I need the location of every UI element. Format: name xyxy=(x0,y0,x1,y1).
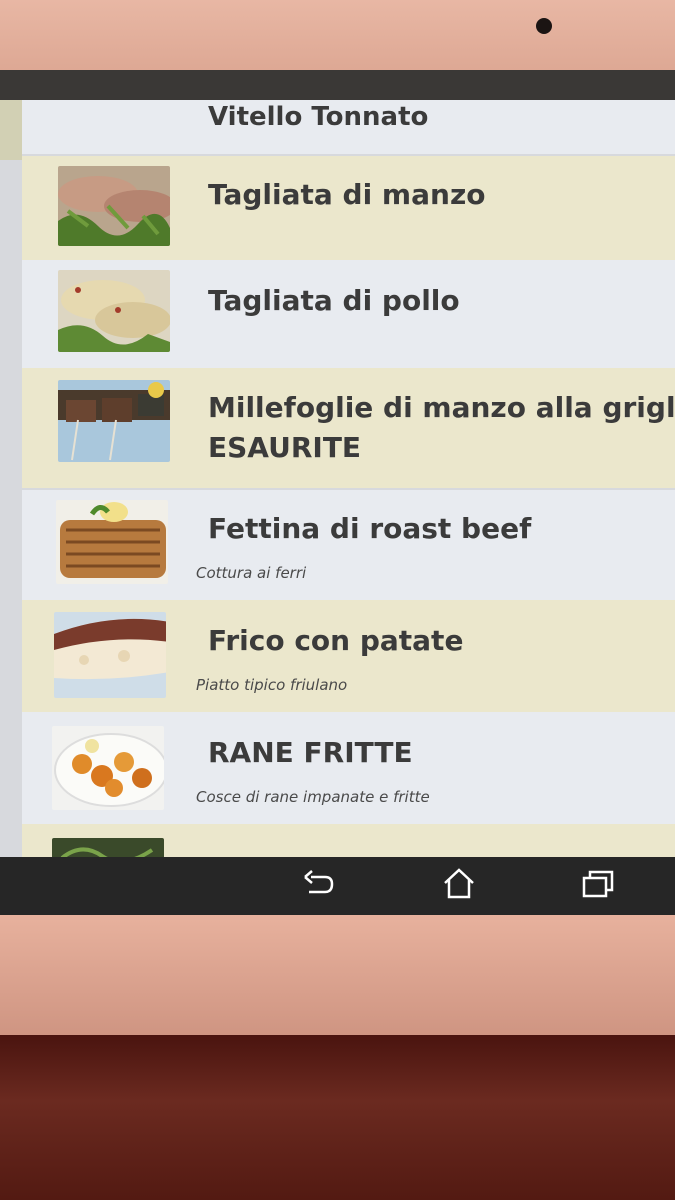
dish-thumbnail xyxy=(58,270,170,352)
list-item[interactable]: Frico con patate Piatto tipico friulano xyxy=(22,600,675,712)
row-edge xyxy=(0,100,22,160)
item-title: Fettina di roast beef xyxy=(208,512,532,545)
list-item[interactable]: Fettina di roast beef Cottura ai ferri xyxy=(22,490,675,600)
device-bezel-frame xyxy=(0,70,675,102)
device-bezel-bottom xyxy=(0,915,675,1035)
list-item[interactable]: Tagliata di pollo xyxy=(22,260,675,368)
app-screen: Vitello Tonnato Tagliata di manzo Taglia… xyxy=(0,100,675,860)
item-status: ESAURITE xyxy=(208,431,362,464)
list-item[interactable]: RANE FRITTE Cosce di rane impanate e fri… xyxy=(22,712,675,824)
device-bezel-top xyxy=(0,0,675,80)
item-title: Tagliata di manzo xyxy=(208,178,486,211)
item-subtitle: Cosce di rane impanate e fritte xyxy=(196,788,430,806)
item-title: Millefoglie di manzo alla griglia xyxy=(208,391,675,424)
list-item[interactable]: Millefoglie di manzo alla griglia ESAURI… xyxy=(22,368,675,488)
dish-thumbnail xyxy=(58,166,170,246)
list-item[interactable]: Vitello Tonnato xyxy=(22,100,675,154)
front-camera xyxy=(536,18,552,34)
item-subtitle: Piatto tipico friulano xyxy=(196,676,348,694)
list-item[interactable]: Tagliata di manzo xyxy=(22,156,675,260)
home-icon[interactable] xyxy=(439,867,479,901)
table-surface xyxy=(0,1035,675,1200)
item-title: RANE FRITTE xyxy=(208,736,413,769)
recent-apps-icon[interactable] xyxy=(578,867,618,901)
dish-thumbnail xyxy=(56,500,168,584)
item-title: Tagliata di pollo xyxy=(208,284,460,317)
item-subtitle: Cottura ai ferri xyxy=(196,564,307,582)
back-icon[interactable] xyxy=(298,867,338,901)
item-title: Vitello Tonnato xyxy=(208,102,429,132)
dish-thumbnail xyxy=(52,726,164,810)
dish-thumbnail xyxy=(58,380,170,462)
list-item[interactable] xyxy=(22,824,675,860)
dish-thumbnail xyxy=(54,612,166,698)
android-navigation-bar xyxy=(0,857,675,915)
item-title: Frico con patate xyxy=(208,624,464,657)
